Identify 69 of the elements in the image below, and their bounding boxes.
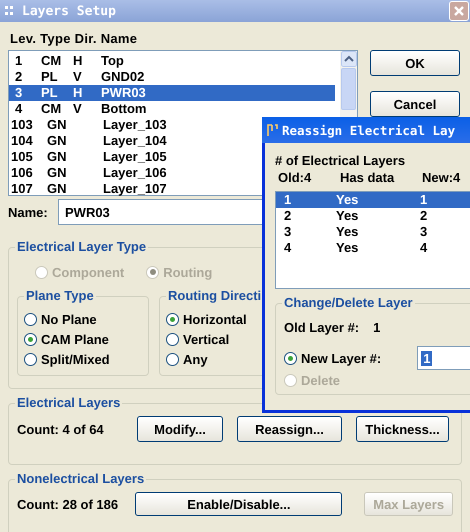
column-header: Lev. Type Dir. Name	[9, 30, 138, 48]
type-cell-text: GN	[47, 117, 68, 133]
radio-label: New Layer #:	[301, 350, 382, 366]
field-value: 1	[421, 350, 432, 366]
old-layer-value: 1	[373, 320, 380, 337]
level-cell-text: 106	[11, 165, 34, 181]
group-title: Electrical Layer Type	[15, 239, 148, 255]
level-cell-text: 3	[15, 85, 24, 101]
window-title: Layers Setup	[22, 4, 117, 18]
type-cell-text: GN	[47, 133, 68, 149]
column-header: Has data	[340, 169, 396, 187]
type-cell-text: GN	[47, 181, 68, 197]
count-text: Count: 4 of 64	[17, 422, 105, 436]
name-cell: Layer_106	[103, 165, 167, 181]
name-cell: GND02	[101, 69, 144, 85]
group-title: Plane Type	[24, 288, 96, 304]
level-cell-text: 105	[11, 149, 34, 165]
old-cell-text: 2	[284, 208, 292, 224]
group-title: Routing Directi	[166, 288, 264, 304]
radio-label: Any	[183, 352, 208, 366]
level-cell-text: 103	[11, 117, 34, 133]
old-cell-text: 3	[284, 224, 292, 240]
radio-label: Component	[52, 264, 124, 280]
type-cell-text: PL	[41, 69, 59, 85]
name-cell: Bottom	[101, 101, 146, 117]
direction-cell-text: V	[73, 101, 83, 117]
column-header: New:4	[422, 169, 460, 187]
group-title: Nonelectrical Layers	[15, 471, 146, 487]
name-label: Name:	[8, 204, 49, 220]
radio-label: Vertical	[183, 332, 230, 346]
name-cell: Layer_105	[103, 149, 167, 165]
data-cell-text: Yes	[336, 224, 360, 240]
name-cell: Layer_104	[103, 133, 167, 149]
old-layer-label: Old Layer #:	[284, 320, 360, 337]
name-cell: Layer_107	[103, 181, 167, 197]
level-cell-text: 107	[11, 181, 34, 197]
radio-label: Horizontal	[183, 312, 247, 326]
column-header: Old:4	[277, 169, 312, 187]
type-cell-text: GN	[47, 149, 68, 165]
new-cell: 4	[420, 240, 428, 256]
count-label: # of Electrical Layers	[275, 153, 406, 169]
direction-cell-text: H	[73, 53, 84, 69]
radio-label: Routing	[163, 264, 212, 280]
level-cell-text: 1	[15, 53, 24, 69]
direction-cell-text: H	[73, 85, 84, 101]
new-cell: 3	[420, 224, 428, 240]
new-cell: 2	[420, 208, 428, 224]
old-cell-text: 4	[284, 240, 292, 256]
radio-label: CAM Plane	[41, 332, 109, 346]
type-cell-text: GN	[47, 165, 68, 181]
group-title: Electrical Layers	[15, 395, 122, 411]
type-cell-text: CM	[41, 53, 62, 69]
type-cell-text: CM	[41, 101, 62, 117]
level-cell-text: 4	[15, 101, 24, 117]
data-cell-text: Yes	[336, 240, 360, 256]
count-text: Count: 28 of 186	[17, 496, 120, 512]
radio-label: Delete	[301, 372, 340, 388]
direction-cell-text: V	[73, 69, 83, 85]
name-cell: Top	[101, 53, 124, 69]
level-cell-text: 104	[11, 133, 34, 149]
radio-label: Split/Mixed	[41, 352, 110, 366]
name-cell: PWR03	[101, 85, 146, 101]
level-cell-text: 2	[15, 69, 24, 85]
name-cell: Layer_103	[103, 117, 167, 133]
group-title: Change/Delete Layer	[282, 295, 415, 311]
window-title: Reassign Electrical Lay	[282, 122, 456, 138]
data-cell-text: Yes	[336, 208, 360, 224]
radio-label: No Plane	[41, 312, 97, 326]
type-cell-text: PL	[41, 85, 59, 101]
